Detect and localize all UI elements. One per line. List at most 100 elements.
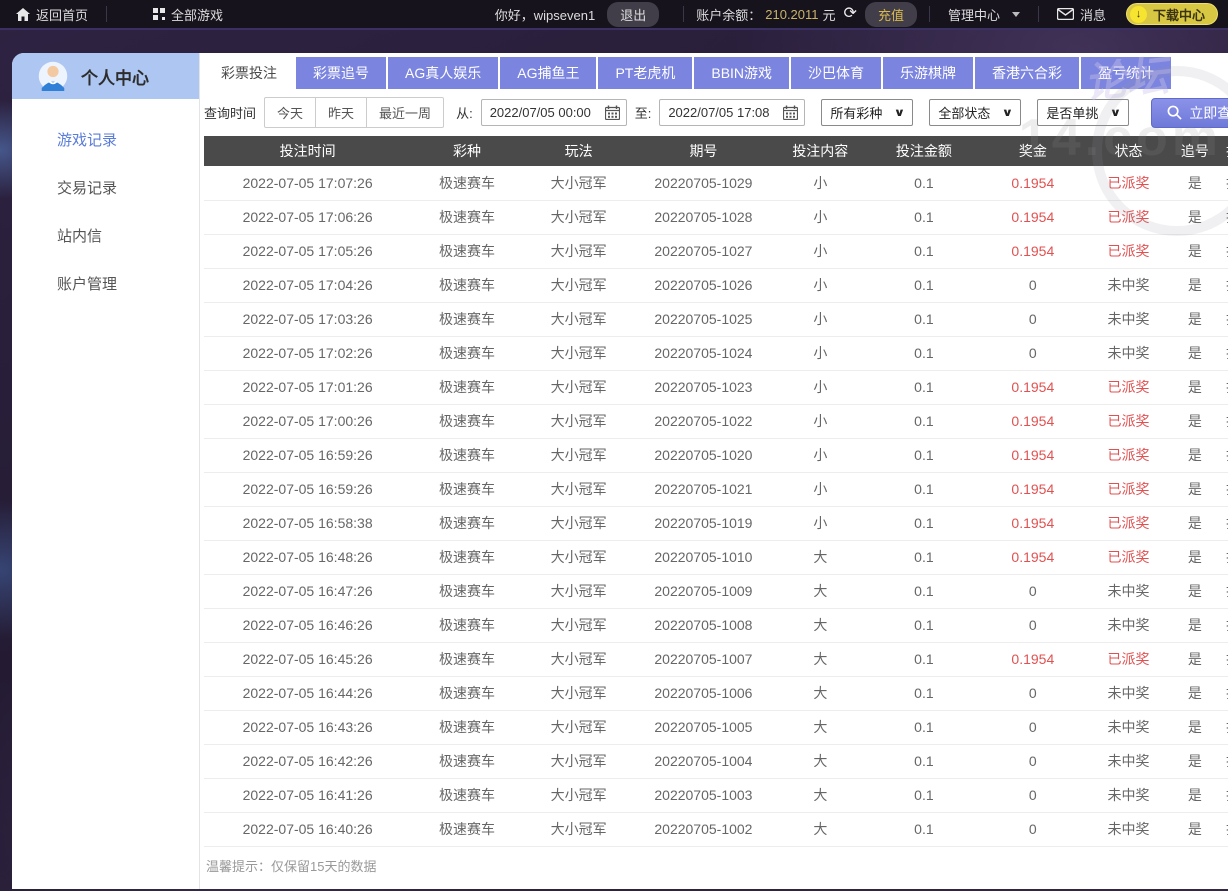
print-action[interactable]: 打印	[1219, 200, 1228, 234]
to-date-input[interactable]: 2022/07/05 17:08	[659, 99, 805, 126]
tab-盈亏统计[interactable]: 盈亏统计	[1081, 57, 1171, 89]
bet-amount: 0.1	[868, 302, 980, 336]
calendar-icon[interactable]	[783, 105, 798, 120]
sidebar-item-账户管理[interactable]: 账户管理	[12, 261, 199, 309]
prize: 0	[980, 336, 1086, 370]
table-row: 2022-07-05 17:06:26极速赛车大小冠军20220705-1028…	[204, 200, 1228, 234]
to-label: 至:	[635, 103, 652, 122]
print-action[interactable]: 打印	[1219, 336, 1228, 370]
quick-range-今天[interactable]: 今天	[264, 97, 316, 128]
column-header-期号: 期号	[634, 136, 772, 166]
admin-center-menu[interactable]: 管理中心	[942, 5, 1026, 24]
select-是否单挑[interactable]: 是否单挑∨	[1037, 99, 1129, 126]
bet-amount: 0.1	[868, 506, 980, 540]
download-center-button[interactable]: ↓ 下载中心	[1126, 3, 1218, 25]
play-type: 大小冠军	[523, 642, 635, 676]
print-action[interactable]: 打印	[1219, 404, 1228, 438]
lottery-type: 极速赛车	[411, 370, 523, 404]
tab-彩票投注[interactable]: 彩票投注	[204, 57, 294, 89]
all-games-button[interactable]: 全部游戏	[147, 5, 229, 24]
print-action[interactable]: 打印	[1219, 472, 1228, 506]
print-action[interactable]: 打印	[1219, 574, 1228, 608]
search-button[interactable]: 立即查询	[1151, 98, 1228, 128]
sidebar-item-站内信[interactable]: 站内信	[12, 213, 199, 261]
status: 未中奖	[1086, 676, 1171, 710]
chevron-down-icon: ∨	[1002, 106, 1014, 119]
print-action[interactable]: 打印	[1219, 540, 1228, 574]
print-action[interactable]: 打印	[1219, 608, 1228, 642]
print-action[interactable]: 打印	[1219, 812, 1228, 846]
table-row: 2022-07-05 16:43:26极速赛车大小冠军20220705-1005…	[204, 710, 1228, 744]
refresh-icon[interactable]: ⟳	[844, 6, 857, 22]
messages-button[interactable]: 消息	[1051, 5, 1112, 24]
table-row: 2022-07-05 16:48:26极速赛车大小冠军20220705-1010…	[204, 540, 1228, 574]
tab-AG真人娱乐[interactable]: AG真人娱乐	[388, 57, 498, 89]
print-action[interactable]: 打印	[1219, 506, 1228, 540]
status: 未中奖	[1086, 812, 1171, 846]
prize: 0	[980, 710, 1086, 744]
lottery-type: 极速赛车	[411, 404, 523, 438]
home-icon	[16, 8, 30, 21]
print-action[interactable]: 打印	[1219, 642, 1228, 676]
print-action[interactable]: 打印	[1219, 438, 1228, 472]
print-action[interactable]: 打印	[1219, 268, 1228, 302]
column-header-操作: 操作	[1219, 136, 1228, 166]
content-area: 个人中心 游戏记录交易记录站内信账户管理 彩票投注彩票追号AG真人娱乐AG捕鱼王…	[12, 53, 1216, 889]
chase: 是	[1171, 438, 1219, 472]
print-action[interactable]: 打印	[1219, 234, 1228, 268]
bet-content: 大	[773, 710, 869, 744]
chase: 是	[1171, 302, 1219, 336]
bet-content: 小	[773, 472, 869, 506]
bet-time: 2022-07-05 17:03:26	[204, 302, 411, 336]
chase: 是	[1171, 710, 1219, 744]
prize: 0	[980, 676, 1086, 710]
print-action[interactable]: 打印	[1219, 166, 1228, 200]
time-filter-label: 查询时间	[204, 103, 256, 122]
print-action[interactable]: 打印	[1219, 302, 1228, 336]
status: 未中奖	[1086, 710, 1171, 744]
print-action[interactable]: 打印	[1219, 676, 1228, 710]
tab-PT老虎机[interactable]: PT老虎机	[598, 57, 692, 89]
tab-AG捕鱼王[interactable]: AG捕鱼王	[500, 57, 596, 89]
bet-content: 小	[773, 404, 869, 438]
quick-range-昨天[interactable]: 昨天	[315, 97, 367, 128]
print-action[interactable]: 打印	[1219, 370, 1228, 404]
issue-number: 20220705-1028	[634, 200, 772, 234]
from-label: 从:	[456, 103, 473, 122]
quick-range-group: 今天昨天最近一周	[264, 97, 444, 128]
select-所有彩种[interactable]: 所有彩种∨	[821, 99, 913, 126]
balance-label: 账户余额：	[696, 5, 761, 24]
chase: 是	[1171, 234, 1219, 268]
play-type: 大小冠军	[523, 166, 635, 200]
print-action[interactable]: 打印	[1219, 710, 1228, 744]
sidebar-menu: 游戏记录交易记录站内信账户管理	[12, 99, 199, 309]
quick-range-最近一周[interactable]: 最近一周	[366, 97, 444, 128]
lottery-type: 极速赛车	[411, 608, 523, 642]
grid-icon	[153, 8, 165, 20]
table-header-row: 投注时间彩种玩法期号投注内容投注金额奖金状态追号操作	[204, 136, 1228, 166]
tab-彩票追号[interactable]: 彩票追号	[296, 57, 386, 89]
tab-沙巴体育[interactable]: 沙巴体育	[791, 57, 881, 89]
sidebar-item-游戏记录[interactable]: 游戏记录	[12, 117, 199, 165]
issue-number: 20220705-1009	[634, 574, 772, 608]
from-date-input[interactable]: 2022/07/05 00:00	[481, 99, 627, 126]
prize: 0.1954	[980, 642, 1086, 676]
select-全部状态[interactable]: 全部状态∨	[929, 99, 1021, 126]
tab-香港六合彩[interactable]: 香港六合彩	[975, 57, 1079, 89]
print-action[interactable]: 打印	[1219, 778, 1228, 812]
tab-BBIN游戏[interactable]: BBIN游戏	[694, 57, 789, 89]
status: 已派奖	[1086, 438, 1171, 472]
prize: 0	[980, 778, 1086, 812]
recharge-button[interactable]: 充值	[865, 2, 917, 27]
bet-amount: 0.1	[868, 778, 980, 812]
table-row: 2022-07-05 16:46:26极速赛车大小冠军20220705-1008…	[204, 608, 1228, 642]
status: 未中奖	[1086, 302, 1171, 336]
calendar-icon[interactable]	[605, 105, 620, 120]
status: 未中奖	[1086, 608, 1171, 642]
logout-button[interactable]: 退出	[607, 2, 659, 27]
sidebar-item-交易记录[interactable]: 交易记录	[12, 165, 199, 213]
print-action[interactable]: 打印	[1219, 744, 1228, 778]
home-button[interactable]: 返回首页	[10, 5, 94, 24]
bet-time: 2022-07-05 16:59:26	[204, 438, 411, 472]
tab-乐游棋牌[interactable]: 乐游棋牌	[883, 57, 973, 89]
